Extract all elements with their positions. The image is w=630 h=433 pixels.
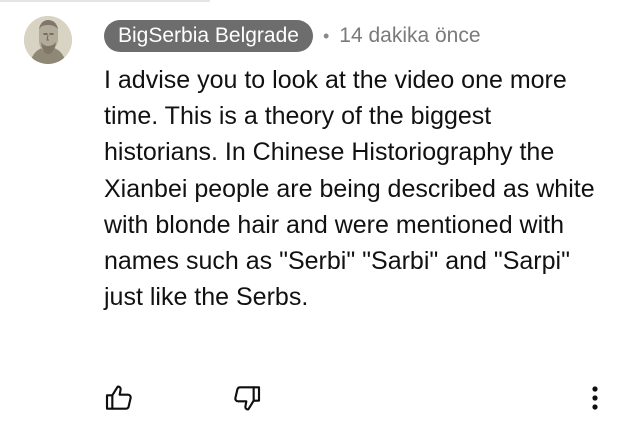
author-name-chip[interactable]: BigSerbia Belgrade [104, 20, 313, 52]
comment-actions [0, 378, 630, 418]
vertical-ellipsis-icon [592, 386, 598, 410]
dislike-button[interactable] [227, 378, 267, 418]
thumbs-down-icon [234, 386, 261, 411]
avatar[interactable] [24, 16, 72, 64]
more-actions-button[interactable] [575, 378, 615, 418]
like-button[interactable] [99, 378, 139, 418]
comment-header: BigSerbia Belgrade • 14 dakika önce [104, 20, 481, 52]
bust-statue-avatar-image [24, 16, 72, 64]
meta-separator: • [322, 26, 330, 46]
comment-timestamp[interactable]: 14 dakika önce [339, 20, 480, 52]
top-divider [0, 0, 210, 2]
comment-text: I advise you to look at the video one mo… [104, 66, 595, 312]
thumbs-up-icon [105, 385, 132, 410]
